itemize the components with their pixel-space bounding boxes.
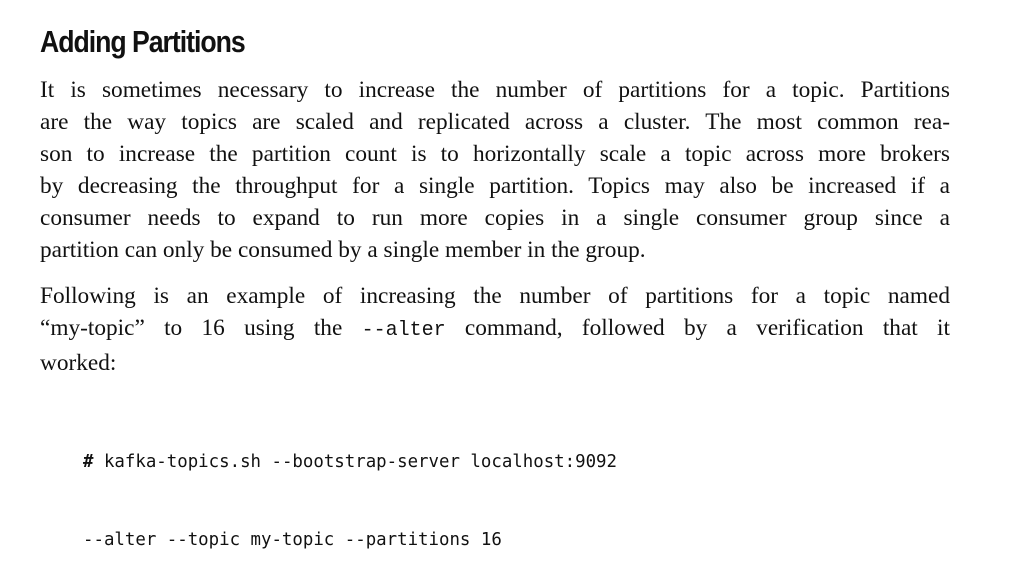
paragraph-text: “my-topic” to 16 using the: [40, 315, 362, 341]
command-text: kafka-topics.sh --bootstrap-server local…: [93, 452, 617, 472]
paragraph-example: Following is an example of increasing th…: [40, 280, 950, 379]
paragraph-line: are the way topics are scaled and replic…: [40, 109, 950, 135]
paragraph-line: son to increase the partition count is t…: [40, 141, 950, 167]
code-line: --alter --topic my-topic --partitions 16: [83, 530, 502, 550]
section-heading: Adding Partitions: [40, 24, 246, 59]
code-line: # kafka-topics.sh --bootstrap-server loc…: [83, 449, 617, 475]
shell-prompt: #: [83, 452, 94, 472]
inline-code-alter: --alter: [361, 319, 446, 342]
paragraph-line: consumer needs to expand to run more cop…: [40, 205, 950, 231]
paragraph-line: Following is an example of increasing th…: [40, 283, 950, 309]
code-block: # kafka-topics.sh --bootstrap-server loc…: [83, 397, 617, 579]
paragraph-line: “my-topic” to 16 using the --alter comma…: [40, 312, 950, 347]
paragraph-line: It is sometimes necessary to increase th…: [40, 77, 950, 103]
paragraph-line: worked:: [40, 350, 117, 376]
page-content: Adding Partitions It is sometimes necess…: [40, 22, 950, 379]
paragraph-line: partition can only be consumed by a sing…: [40, 237, 646, 263]
paragraph-text: command, followed by a verification that…: [445, 315, 950, 341]
paragraph-intro: It is sometimes necessary to increase th…: [40, 74, 950, 266]
paragraph-line: by decreasing the throughput for a singl…: [40, 173, 950, 199]
